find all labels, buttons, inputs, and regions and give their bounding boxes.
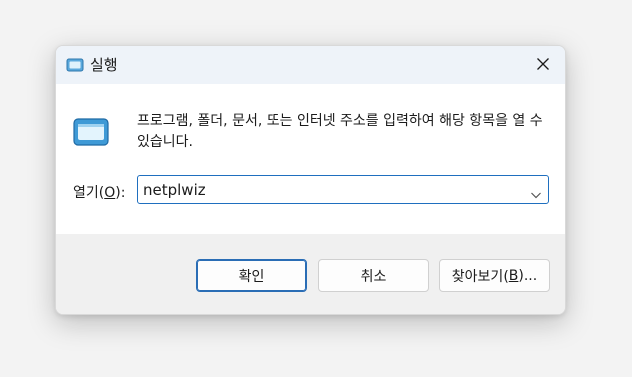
button-bar: 확인 취소 찾아보기(B)...	[56, 234, 565, 314]
run-dialog: 실행 프로그램, 폴더, 문서, 또는 인터넷 주소를 입력하여 해당 항목을 …	[55, 45, 566, 315]
open-combobox[interactable]: netplwiz	[137, 175, 549, 204]
dialog-content: 프로그램, 폴더, 문서, 또는 인터넷 주소를 입력하여 해당 항목을 열 수…	[56, 84, 565, 234]
open-label: 열기(O):	[73, 185, 126, 201]
run-program-icon	[73, 118, 109, 146]
close-icon	[536, 56, 550, 75]
chevron-down-icon[interactable]	[530, 185, 542, 199]
open-input[interactable]: netplwiz	[143, 181, 206, 199]
title-bar[interactable]: 실행	[56, 46, 565, 84]
cancel-button[interactable]: 취소	[318, 259, 429, 292]
run-icon	[66, 57, 84, 72]
window-title: 실행	[90, 56, 118, 74]
ok-button[interactable]: 확인	[196, 259, 307, 292]
close-button[interactable]	[521, 46, 565, 84]
dialog-description: 프로그램, 폴더, 문서, 또는 인터넷 주소를 입력하여 해당 항목을 열 수…	[137, 113, 543, 150]
browse-button[interactable]: 찾아보기(B)...	[439, 259, 550, 292]
